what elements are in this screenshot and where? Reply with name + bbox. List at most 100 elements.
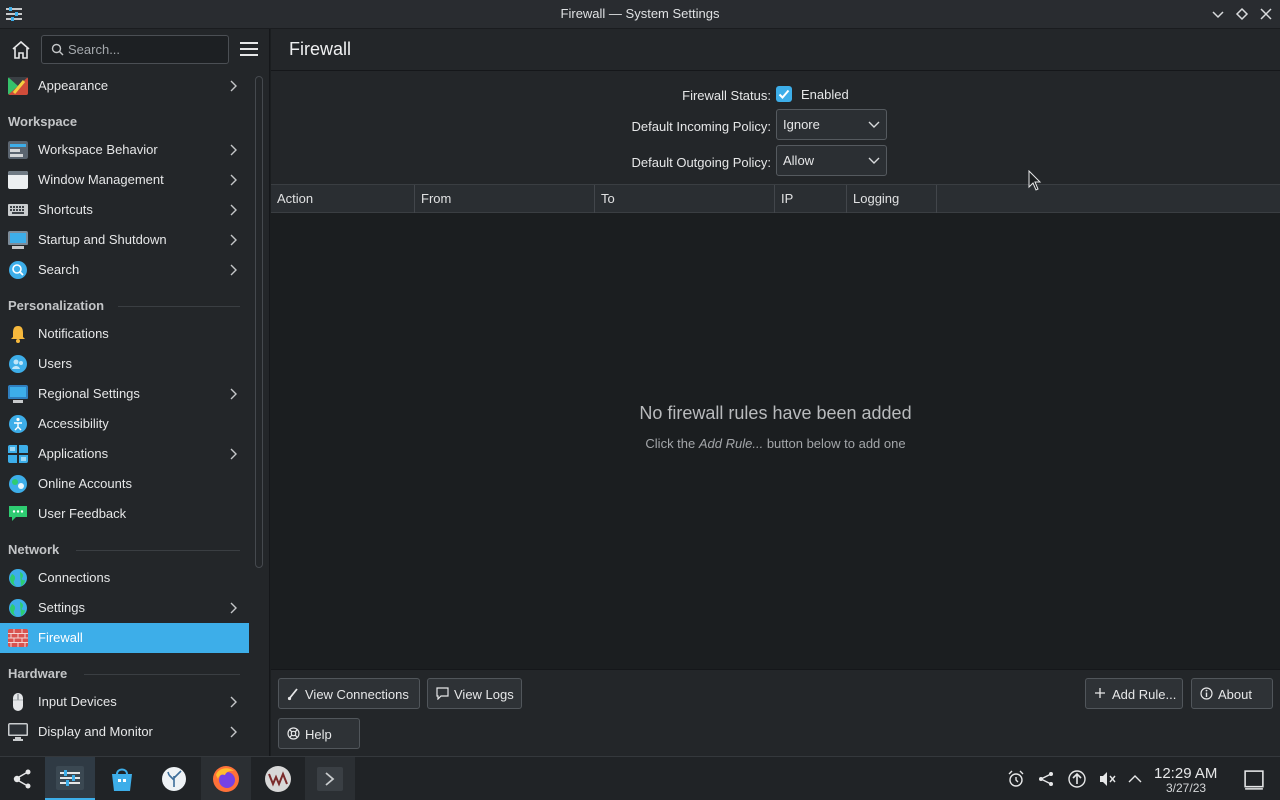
chevron-right-icon — [230, 144, 237, 156]
home-icon[interactable] — [8, 38, 34, 62]
appearance-icon — [8, 77, 28, 95]
terminal-icon — [317, 767, 343, 791]
checkmark-icon — [778, 89, 790, 99]
maximize-icon[interactable] — [1234, 6, 1250, 22]
globe-icon — [9, 569, 27, 587]
incoming-policy-select[interactable]: Ignore — [776, 109, 887, 140]
sidebar-item-label: Search — [38, 262, 80, 277]
chevron-up-icon[interactable] — [1125, 769, 1145, 789]
monitor-icon — [8, 723, 28, 741]
sidebar-item-label: Window Management — [38, 172, 164, 187]
sidebar-item-appearance[interactable]: Appearance — [0, 71, 249, 101]
sidebar-item-user-feedback[interactable]: User Feedback — [0, 499, 249, 529]
rules-table-body: No firewall rules have been added Click … — [271, 213, 1280, 669]
clock-date[interactable]: 3/27/23 — [1166, 781, 1206, 795]
chevron-right-icon — [230, 264, 237, 276]
firewall-settings-form: Firewall Status: Enabled Default Incomin… — [271, 71, 1280, 184]
alarm-clock-icon[interactable] — [1006, 769, 1026, 789]
sidebar-item-display-and-monitor[interactable]: Display and Monitor — [0, 717, 249, 747]
outgoing-policy-select[interactable]: Allow — [776, 145, 887, 176]
sidebar-item-label: Display and Monitor — [38, 724, 153, 739]
taskbar-app-terminal[interactable] — [305, 757, 355, 800]
users-icon — [9, 355, 27, 373]
empty-hint-suffix: button below to add one — [763, 436, 906, 451]
sidebar-item-users[interactable]: Users — [0, 349, 249, 379]
column-label: IP — [781, 191, 794, 206]
sidebar-item-applications[interactable]: Applications — [0, 439, 249, 469]
empty-state-hint: Click the Add Rule... button below to ad… — [271, 436, 1280, 451]
update-icon[interactable] — [1067, 769, 1087, 789]
chevron-right-icon — [230, 80, 237, 92]
category-personalization: Personalization — [8, 298, 105, 313]
taskbar-app-discover[interactable] — [97, 757, 147, 800]
column-header-logging[interactable]: Logging — [847, 185, 937, 213]
incoming-policy-label: Default Incoming Policy: — [631, 119, 771, 134]
taskbar-app-vm[interactable] — [253, 757, 303, 800]
sidebar-item-regional-settings[interactable]: Regional Settings — [0, 379, 249, 409]
applications-icon — [8, 445, 28, 463]
firewall-enabled-label[interactable]: Enabled — [801, 87, 849, 102]
taskbar: 12:29 AM 3/27/23 — [0, 756, 1280, 800]
category-network: Network — [8, 542, 60, 557]
application-launcher-icon[interactable] — [8, 766, 36, 792]
search-field[interactable] — [41, 35, 229, 64]
sidebar-item-workspace-behavior[interactable]: Workspace Behavior — [0, 135, 249, 165]
clock-time[interactable]: 12:29 AM — [1154, 765, 1217, 782]
category-divider — [84, 674, 240, 675]
mouse-cursor-icon — [1028, 170, 1042, 191]
column-header-from[interactable]: From — [415, 185, 595, 213]
search-input[interactable] — [68, 36, 226, 63]
title-bar: Firewall — System Settings — [0, 0, 1280, 29]
sidebar-item-label: Notifications — [38, 326, 109, 341]
sidebar-item-window-management[interactable]: Window Management — [0, 165, 249, 195]
taskbar-app-system-settings[interactable] — [45, 757, 95, 800]
chevron-right-icon — [230, 174, 237, 186]
chevron-right-icon — [230, 448, 237, 460]
firewall-icon — [8, 629, 28, 647]
sidebar-item-shortcuts[interactable]: Shortcuts — [0, 195, 249, 225]
show-desktop-icon[interactable] — [1244, 770, 1264, 790]
button-label: View Connections — [305, 687, 409, 702]
minimize-icon[interactable] — [1210, 6, 1226, 22]
page-title: Firewall — [289, 39, 352, 59]
plus-icon — [1095, 688, 1105, 698]
kde-connect-icon[interactable] — [1036, 769, 1056, 789]
sidebar-item-firewall[interactable]: Firewall — [0, 623, 249, 653]
add-rule-button[interactable]: Add Rule... — [1085, 678, 1183, 709]
hamburger-menu-icon[interactable] — [238, 39, 260, 59]
volume-muted-icon[interactable] — [1097, 769, 1117, 789]
keyboard-icon — [8, 204, 28, 216]
help-button[interactable]: Help — [278, 718, 360, 749]
column-label: From — [421, 191, 452, 206]
column-label: Logging — [853, 191, 900, 206]
empty-hint-prefix: Click the — [645, 436, 699, 451]
column-header-ip[interactable]: IP — [775, 185, 847, 213]
online-accounts-icon — [9, 475, 27, 493]
sidebar-item-connections[interactable]: Connections — [0, 563, 249, 593]
taskbar-app-firefox[interactable] — [201, 757, 251, 800]
search-icon — [51, 43, 64, 56]
view-connections-button[interactable]: View Connections — [278, 678, 420, 709]
sidebar-scrollbar[interactable] — [255, 76, 263, 568]
outgoing-policy-value: Allow — [783, 153, 815, 168]
column-header-action[interactable]: Action — [271, 185, 415, 213]
sidebar-item-network-settings[interactable]: Settings — [0, 593, 249, 623]
sidebar-item-accessibility[interactable]: Accessibility — [0, 409, 249, 439]
sidebar-item-online-accounts[interactable]: Online Accounts — [0, 469, 249, 499]
about-button[interactable]: About — [1191, 678, 1273, 709]
sidebar-item-startup-and-shutdown[interactable]: Startup and Shutdown — [0, 225, 249, 255]
sidebar-item-input-devices[interactable]: Input Devices — [0, 687, 249, 717]
column-label: To — [601, 191, 615, 206]
sidebar-item-label: Settings — [38, 600, 85, 615]
close-icon[interactable] — [1258, 6, 1274, 22]
sidebar-item-search[interactable]: Search — [0, 255, 249, 285]
column-header-to[interactable]: To — [595, 185, 775, 213]
sidebar-item-notifications[interactable]: Notifications — [0, 319, 249, 349]
category-workspace: Workspace — [8, 114, 78, 129]
bell-icon — [11, 326, 25, 343]
view-logs-button[interactable]: View Logs — [427, 678, 522, 709]
taskbar-app-coral[interactable] — [149, 757, 199, 800]
sidebar-header — [0, 29, 270, 71]
button-label: Help — [305, 727, 332, 742]
firewall-enabled-checkbox[interactable] — [776, 86, 792, 102]
